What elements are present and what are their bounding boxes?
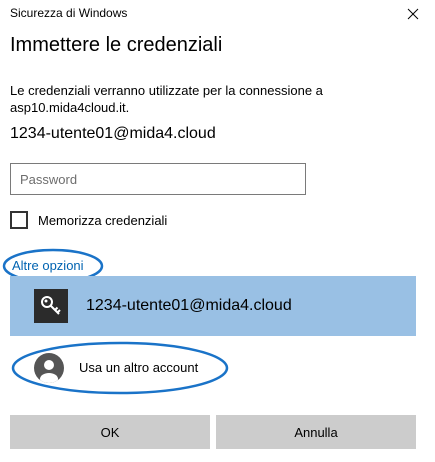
password-input[interactable] [10,163,306,195]
user-avatar-icon [34,353,64,383]
cancel-button[interactable]: Annulla [216,415,416,449]
dialog-description: Le credenziali verranno utilizzate per l… [10,83,323,115]
remember-credentials-label: Memorizza credenziali [38,212,168,228]
key-icon [34,289,68,323]
window-title: Sicurezza di Windows [10,6,128,20]
account-tile-selected[interactable]: 1234-utente01@mida4.cloud [10,276,416,336]
more-options-link[interactable]: Altre opzioni [12,258,84,273]
use-another-account-label: Usa un altro account [79,360,199,375]
use-another-account-option[interactable]: Usa un altro account [10,340,230,396]
remember-credentials-checkbox[interactable]: Memorizza credenziali [10,211,167,229]
checkbox-box[interactable] [10,211,28,229]
dialog-heading: Immettere le credenziali [10,34,223,56]
account-name: 1234-utente01@mida4.cloud [10,125,216,142]
close-button[interactable] [397,0,429,28]
account-tile-label: 1234-utente01@mida4.cloud [86,297,292,314]
close-icon [407,8,419,20]
ok-button[interactable]: OK [10,415,210,449]
credential-dialog: Sicurezza di Windows Immettere le creden… [0,0,435,462]
